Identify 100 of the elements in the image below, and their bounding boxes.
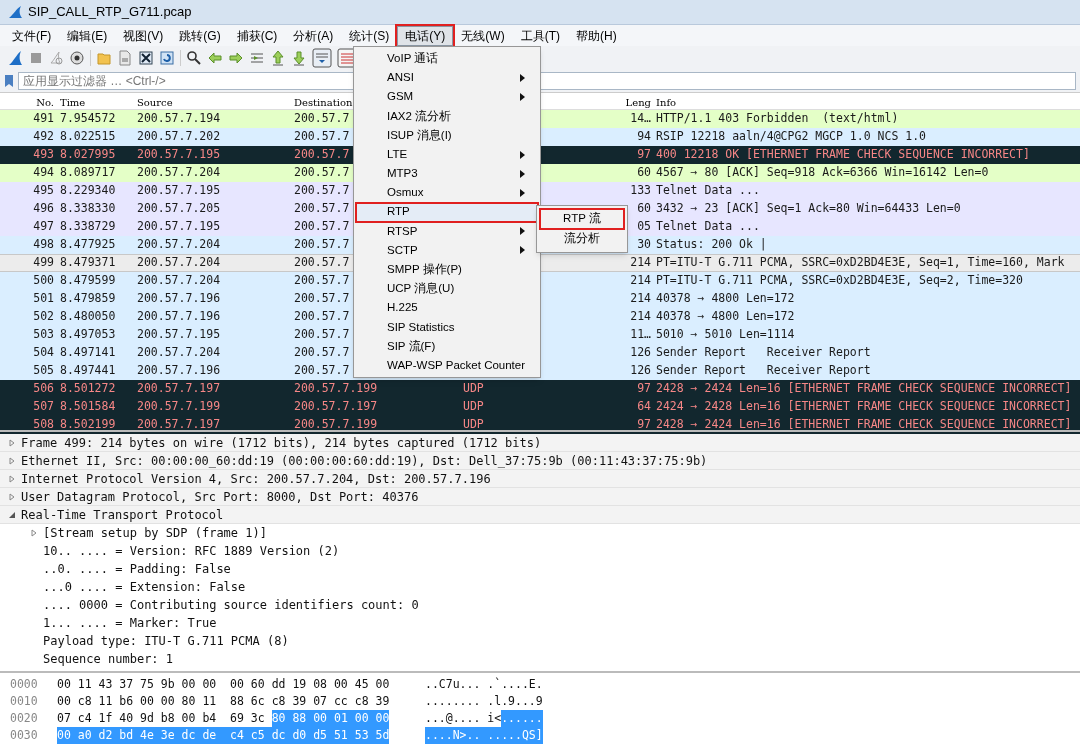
table-cell: 126 — [630, 345, 651, 360]
table-cell: 200.57.7 — [294, 363, 350, 378]
table-cell: 505 — [33, 363, 54, 378]
table-cell: 2424 → 2428 Len=16 [ETHERNET FRAME CHECK SEQUENCE INCORRECT] — [656, 399, 1072, 414]
table-cell: 200.57.7 — [294, 201, 350, 216]
table-cell: 496 — [33, 201, 54, 216]
table-cell: 2428 → 2424 Len=16 [ETHERNET FRAME CHECK SEQUENCE INCORRECT] — [656, 417, 1072, 432]
table-cell: 05 — [637, 219, 651, 234]
table-cell: 503 — [33, 327, 54, 342]
table-cell: 214 — [630, 273, 651, 288]
table-cell: UDP — [463, 399, 484, 414]
offset-label: 0020 — [9, 709, 39, 727]
table-cell: HTTP/1.1 403 Forbidden (text/html) — [656, 111, 899, 126]
table-cell: 200.57.7 — [294, 327, 350, 342]
table-cell: 8.502199 — [60, 417, 116, 432]
table-cell: UDP — [463, 381, 484, 396]
table-cell: 97 — [637, 417, 651, 432]
table-cell: 200.57.7.204 — [137, 165, 221, 180]
table-cell: 8.027995 — [60, 147, 116, 162]
table-cell: 200.57.7 — [294, 255, 350, 270]
table-cell: 60 — [637, 165, 651, 180]
table-cell: 97 — [637, 147, 651, 162]
table-cell: 200.57.7 — [294, 219, 350, 234]
table-cell: 8.089717 — [60, 165, 116, 180]
table-cell: 200.57.7.204 — [137, 237, 221, 252]
table-cell: 501 — [33, 291, 54, 306]
table-cell: 8.338330 — [60, 201, 116, 216]
table-cell: 8.497141 — [60, 345, 116, 360]
table-cell: 60 — [637, 201, 651, 216]
table-cell: Telnet Data ... — [656, 219, 760, 234]
table-cell: 200.57.7.199 — [294, 381, 378, 396]
table-cell: 200.57.7 — [294, 237, 350, 252]
table-cell: 200.57.7.195 — [137, 183, 221, 198]
table-cell: 7.954572 — [60, 111, 116, 126]
table-cell: 200.57.7.202 — [137, 129, 221, 144]
table-cell: 8.479371 — [60, 255, 116, 270]
table-cell: RSIP 12218 aaln/4@CPG2 MGCP 1.0 NCS 1.0 — [656, 129, 927, 144]
table-cell: 200.57.7.196 — [137, 363, 221, 378]
table-cell: Sender Report Receiver Report — [656, 363, 871, 378]
table-cell: 2428 → 2424 Len=16 [ETHERNET FRAME CHECK SEQUENCE INCORRECT] — [656, 381, 1072, 396]
table-cell: 126 — [630, 363, 651, 378]
table-cell: 40378 → 4800 Len=172 — [656, 291, 795, 306]
table-cell: 507 — [33, 399, 54, 414]
table-cell: PT=ITU-T G.711 PCMA, SSRC=0xD2BD4E3E, Seq=1, Time=160, Mark — [656, 255, 1065, 270]
table-cell: 400 12218 OK [ETHERNET FRAME CHECK SEQUENCE INCORRECT] — [656, 147, 1030, 162]
table-cell: 508 — [33, 417, 54, 432]
table-cell: 200.57.7.195 — [137, 219, 221, 234]
table-cell: 11… — [630, 327, 651, 342]
table-cell: 200.57.7.204 — [137, 273, 221, 288]
table-cell: 94 — [637, 129, 651, 144]
table-cell: 200.57.7.197 — [137, 381, 221, 396]
table-cell: 40378 → 4800 Len=172 — [656, 309, 795, 324]
table-cell: 491 — [33, 111, 54, 126]
table-cell: 8.497053 — [60, 327, 116, 342]
table-cell: 64 — [637, 399, 651, 414]
offset-label: 0010 — [9, 692, 39, 710]
table-cell: 494 — [33, 165, 54, 180]
table-cell: 14… — [630, 111, 651, 126]
table-cell: 8.338729 — [60, 219, 116, 234]
table-cell: 200.57.7.196 — [137, 309, 221, 324]
table-cell: 504 — [33, 345, 54, 360]
table-cell: 492 — [33, 129, 54, 144]
table-cell: 4567 → 80 [ACK] Seq=918 Ack=6366 Win=16142 Len=0 — [656, 165, 989, 180]
table-cell: 506 — [33, 381, 54, 396]
table-cell: 8.229340 — [60, 183, 116, 198]
table-cell: UDP — [463, 417, 484, 432]
table-cell: 200.57.7.205 — [137, 201, 221, 216]
table-cell: 200.57.7 — [294, 165, 350, 180]
table-cell: 8.501584 — [60, 399, 116, 414]
table-cell: 200.57.7 — [294, 291, 350, 306]
table-cell: 200.57.7 — [294, 345, 350, 360]
table-cell: 200.57.7.204 — [137, 345, 221, 360]
table-cell: 495 — [33, 183, 54, 198]
table-cell: 200.57.7.199 — [294, 417, 378, 432]
table-cell: 493 — [33, 147, 54, 162]
table-cell: 200.57.7 — [294, 183, 350, 198]
table-cell: 200.57.7.196 — [137, 291, 221, 306]
table-cell: 30 — [637, 237, 651, 252]
table-cell: 498 — [33, 237, 54, 252]
table-cell: 200.57.7.194 — [137, 111, 221, 126]
table-cell: 8.501272 — [60, 381, 116, 396]
table-cell: 8.479599 — [60, 273, 116, 288]
table-cell: 502 — [33, 309, 54, 324]
table-cell: 8.479859 — [60, 291, 116, 306]
table-cell: 200.57.7 — [294, 147, 350, 162]
table-cell: 499 — [33, 255, 54, 270]
table-cell: 133 — [630, 183, 651, 198]
table-cell: 200.57.7 — [294, 111, 350, 126]
table-cell: 214 — [630, 291, 651, 306]
table-cell: 200.57.7.204 — [137, 255, 221, 270]
table-cell: 200.57.7 — [294, 129, 350, 144]
table-cell: Sender Report Receiver Report — [656, 345, 871, 360]
table-cell: 200.57.7.195 — [137, 147, 221, 162]
table-cell: 200.57.7.197 — [137, 417, 221, 432]
table-cell: 200.57.7 — [294, 309, 350, 324]
table-cell: 200.57.7 — [294, 273, 350, 288]
table-cell: 8.480050 — [60, 309, 116, 324]
offset-label: 0000 — [9, 675, 39, 693]
offset-label: 0030 — [9, 726, 39, 744]
table-cell: 200.57.7.197 — [294, 399, 378, 414]
